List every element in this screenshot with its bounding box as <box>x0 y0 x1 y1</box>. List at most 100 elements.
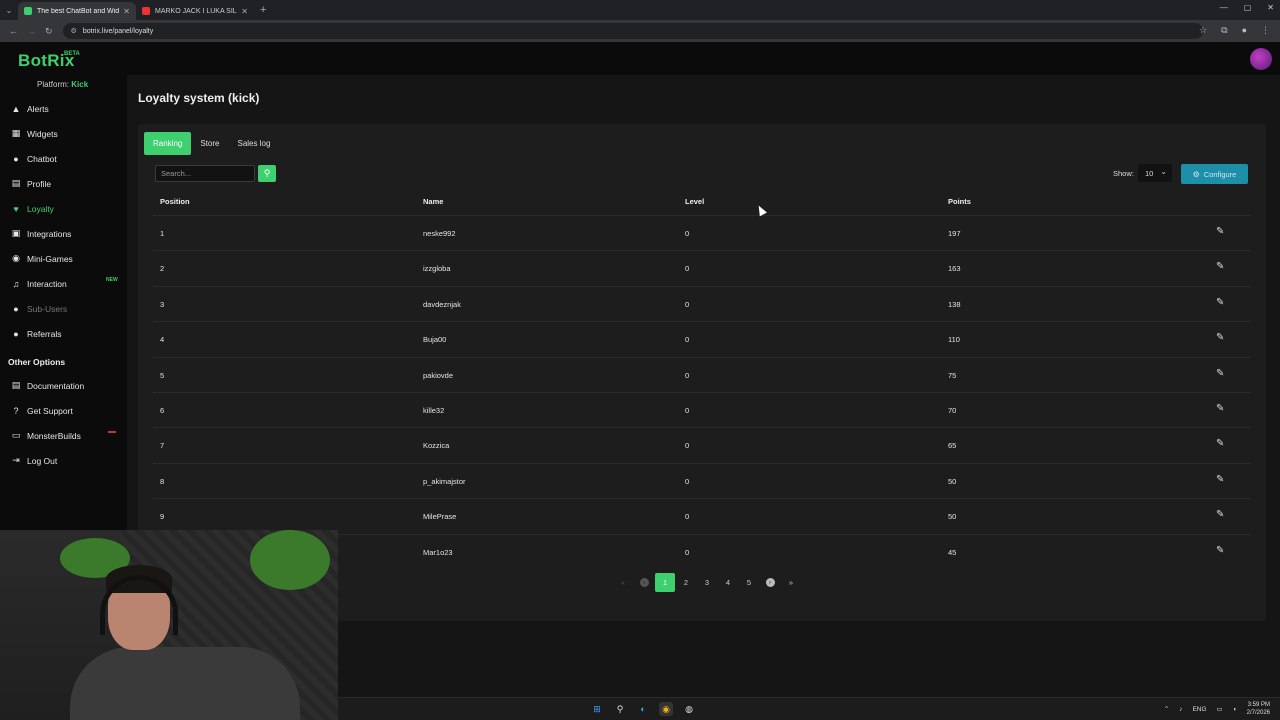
language-indicator[interactable]: ENG <box>1192 706 1206 713</box>
profile-icon[interactable]: ● <box>1242 25 1247 36</box>
close-window-icon[interactable]: ✕ <box>1267 3 1274 12</box>
next-page-button[interactable]: › <box>760 573 780 592</box>
edit-pencil-icon[interactable]: ✎ <box>1216 332 1224 343</box>
sidebar-item-loyalty[interactable]: ♥ Loyalty <box>0 196 127 221</box>
edit-pencil-icon[interactable]: ✎ <box>1216 261 1224 272</box>
app-header: BotRix BETA <box>0 42 1280 75</box>
tab-ranking[interactable]: Ranking <box>144 132 192 155</box>
user-avatar[interactable] <box>1250 48 1272 70</box>
sidebar-item-documentation[interactable]: ▤ Documentation <box>0 373 127 398</box>
back-icon[interactable]: ← <box>9 26 18 36</box>
network-icon[interactable]: ▭ <box>1217 705 1223 713</box>
browser-tab[interactable]: MARKO JACK I LUKA SILNI SE ✕ <box>136 2 254 20</box>
clock-date: 2/7/2026 <box>1246 710 1270 716</box>
browser-tab-active[interactable]: The best ChatBot and Widgets ✕ <box>18 2 136 20</box>
obs-icon[interactable]: ◍ <box>682 702 696 716</box>
sidebar-item-widgets[interactable]: ▦ Widgets <box>0 121 127 146</box>
edit-pencil-icon[interactable]: ✎ <box>1216 368 1224 379</box>
window-controls: — ▢ ✕ <box>1220 3 1274 12</box>
tab-sales-log[interactable]: Sales log <box>228 132 279 155</box>
page-button-3[interactable]: 3 <box>697 573 717 592</box>
page-button-2[interactable]: 2 <box>676 573 696 592</box>
page-button-4[interactable]: 4 <box>718 573 738 592</box>
maximize-icon[interactable]: ▢ <box>1244 3 1252 12</box>
new-badge: NEW <box>106 277 118 283</box>
edit-pencil-icon[interactable]: ✎ <box>1216 438 1224 449</box>
search-button[interactable]: ⚲ <box>258 165 276 182</box>
taskbar-apps: ⊞ ⚲ ◐ ◉ ◍ <box>590 702 696 716</box>
gear-icon: ⚙ <box>1192 169 1200 179</box>
volume-icon[interactable]: ◖ <box>1233 706 1237 713</box>
table-row: 5 pakiovde 0 75 ✎ <box>153 356 1251 392</box>
users-icon: ● <box>13 303 19 314</box>
mic-icon[interactable]: ♪ <box>1179 706 1182 713</box>
close-tab-icon[interactable]: ✕ <box>123 7 130 16</box>
column-level[interactable]: Level <box>685 197 704 206</box>
sidebar-item-monsterbuilds[interactable]: ▭ MonsterBuilds <box>0 423 127 448</box>
sidebar-item-mini-games[interactable]: ◉ Mini-Games <box>0 246 127 271</box>
sidebar-item-get-support[interactable]: ? Get Support <box>0 398 127 423</box>
page-button-1[interactable]: 1 <box>655 573 675 592</box>
sidebar-item-sub-users[interactable]: ● Sub-Users <box>0 296 127 321</box>
edit-pencil-icon[interactable]: ✎ <box>1216 226 1224 237</box>
cell-points: 163 <box>948 264 961 274</box>
tab-store[interactable]: Store <box>191 132 228 155</box>
edit-pencil-icon[interactable]: ✎ <box>1216 297 1224 308</box>
cell-level: 0 <box>685 229 690 238</box>
chrome-icon[interactable]: ◉ <box>659 702 673 716</box>
column-name[interactable]: Name <box>423 197 443 206</box>
close-tab-icon[interactable]: ✕ <box>241 7 248 16</box>
column-position[interactable]: Position <box>160 197 190 206</box>
browser-actions: ☆ ⧉ ● ⋮ <box>1199 25 1270 36</box>
search-input[interactable]: Search... <box>155 165 255 182</box>
sidebar-item-alerts[interactable]: ▲ Alerts <box>0 96 127 121</box>
sidebar-item-label: Get Support <box>27 405 73 416</box>
edit-pencil-icon[interactable]: ✎ <box>1216 474 1224 485</box>
edge-icon[interactable]: ◐ <box>636 702 650 716</box>
tray-chevron-icon[interactable]: ⌃ <box>1164 705 1169 713</box>
forward-icon[interactable]: → <box>27 26 36 36</box>
last-page-button[interactable]: » <box>781 573 801 592</box>
configure-button[interactable]: ⚙ Configure <box>1181 164 1248 184</box>
tab-search-icon[interactable]: ⌄ <box>0 0 18 20</box>
taskbar-search-icon[interactable]: ⚲ <box>613 702 627 716</box>
new-tab-icon[interactable]: + <box>260 4 266 16</box>
extensions-icon[interactable]: ⧉ <box>1221 25 1227 36</box>
minimize-icon[interactable]: — <box>1220 3 1228 12</box>
page-size-select[interactable]: 10 ⌄ <box>1138 164 1172 182</box>
edit-pencil-icon[interactable]: ✎ <box>1216 509 1224 520</box>
column-points[interactable]: Points <box>948 197 971 206</box>
menu-icon[interactable]: ⋮ <box>1261 25 1270 36</box>
search-icon: ⚲ <box>263 168 271 178</box>
cell-points: 65 <box>948 441 957 451</box>
first-page-button[interactable]: « <box>613 573 633 592</box>
webcam-person <box>70 565 300 720</box>
sidebar-item-referrals[interactable]: ● Referrals <box>0 321 127 346</box>
platform-indicator: Platform: Kick <box>0 80 127 96</box>
loyalty-tabs: Ranking Store Sales log <box>144 132 279 155</box>
sidebar-item-integrations[interactable]: ▣ Integrations <box>0 221 127 246</box>
sidebar-item-label: MonsterBuilds <box>27 430 81 441</box>
page-button-5[interactable]: 5 <box>739 573 759 592</box>
profile-icon: ▤ <box>11 178 21 188</box>
prev-page-button[interactable]: ‹ <box>634 573 654 592</box>
site-info-icon[interactable]: ⚙ <box>71 27 77 35</box>
windows-start-icon[interactable]: ⊞ <box>590 702 604 716</box>
tab-title: MARKO JACK I LUKA SILNI SE <box>155 7 237 15</box>
url-field[interactable]: ⚙ botrix.live/panel/loyalty <box>62 23 1203 39</box>
sidebar-item-chatbot[interactable]: ● Chatbot <box>0 146 127 171</box>
cell-points: 50 <box>948 512 957 522</box>
clock-time: 3:59 PM <box>1247 702 1270 708</box>
edit-pencil-icon[interactable]: ✎ <box>1216 403 1224 414</box>
sidebar-item-interaction[interactable]: ♫ Interaction NEW <box>0 271 127 296</box>
sidebar-item-profile[interactable]: ▤ Profile <box>0 171 127 196</box>
table-row: 2 izzgloba 0 163 ✎ <box>153 250 1251 285</box>
reload-icon[interactable]: ↻ <box>45 26 53 37</box>
sidebar-item-log-out[interactable]: ⇥ Log Out <box>0 448 127 473</box>
bookmark-star-icon[interactable]: ☆ <box>1199 25 1207 36</box>
laptop-icon: ▭ <box>11 430 21 440</box>
edit-pencil-icon[interactable]: ✎ <box>1216 545 1224 556</box>
clock[interactable]: 3:59 PM 2/7/2026 <box>1247 701 1270 717</box>
chevron-down-icon: ⌄ <box>1160 167 1167 176</box>
address-bar: ← → ↻ ⚙ botrix.live/panel/loyalty ☆ ⧉ ● … <box>0 20 1280 42</box>
